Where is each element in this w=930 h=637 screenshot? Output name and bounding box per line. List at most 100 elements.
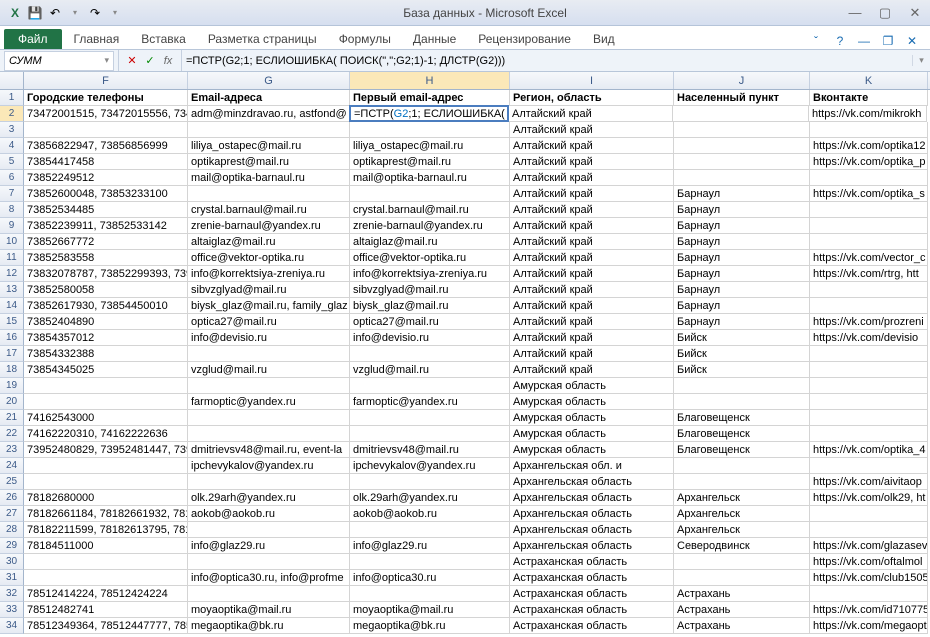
cell[interactable] <box>350 410 510 426</box>
cell[interactable]: megaoptika@bk.ru <box>188 618 350 634</box>
cell[interactable]: 74162543000 <box>24 410 188 426</box>
cell[interactable]: optikaprest@mail.ru <box>188 154 350 170</box>
cell[interactable]: info@glaz29.ru <box>350 538 510 554</box>
cell[interactable] <box>810 586 928 602</box>
cell[interactable]: Барнаул <box>674 266 810 282</box>
cell[interactable]: 73852583558 <box>24 250 188 266</box>
workbook-minimize-icon[interactable]: ― <box>856 33 872 49</box>
row-header[interactable]: 13 <box>0 282 24 298</box>
cell[interactable]: Архангельск <box>674 522 810 538</box>
cell[interactable]: https://vk.com/vector_c <box>810 250 928 266</box>
cell[interactable]: Алтайский край <box>510 314 674 330</box>
ribbon-tab[interactable]: Рецензирование <box>468 29 581 49</box>
row-header[interactable]: 29 <box>0 538 24 554</box>
cell[interactable]: Архангельская область <box>510 474 674 490</box>
cell[interactable] <box>810 298 928 314</box>
cell[interactable] <box>810 346 928 362</box>
cell[interactable]: moyaoptika@mail.ru <box>188 602 350 618</box>
cell[interactable]: crystal.barnaul@mail.ru <box>350 202 510 218</box>
cell[interactable] <box>350 554 510 570</box>
cell[interactable]: Алтайский край <box>510 362 674 378</box>
cell[interactable]: 78512414224, 78512424224 <box>24 586 188 602</box>
row-header[interactable]: 14 <box>0 298 24 314</box>
cell[interactable]: Архангельская область <box>510 522 674 538</box>
cell[interactable] <box>674 170 810 186</box>
row-header[interactable]: 19 <box>0 378 24 394</box>
row-header[interactable]: 5 <box>0 154 24 170</box>
cell[interactable]: Бийск <box>674 330 810 346</box>
cell[interactable]: Барнаул <box>674 234 810 250</box>
cell[interactable]: farmoptic@yandex.ru <box>350 394 510 410</box>
cell[interactable]: Бийск <box>674 346 810 362</box>
row-header[interactable]: 6 <box>0 170 24 186</box>
row-header[interactable]: 7 <box>0 186 24 202</box>
cell[interactable]: altaiglaz@mail.ru <box>188 234 350 250</box>
cell[interactable]: office@vektor-optika.ru <box>188 250 350 266</box>
cell[interactable] <box>24 378 188 394</box>
cell[interactable]: 73852404890 <box>24 314 188 330</box>
cell[interactable]: https://vk.com/optika_s <box>810 186 928 202</box>
cell[interactable]: 73852667772 <box>24 234 188 250</box>
cell[interactable] <box>350 586 510 602</box>
cell[interactable]: https://vk.com/club1505 <box>810 570 928 586</box>
cell[interactable]: office@vektor-optika.ru <box>350 250 510 266</box>
cell[interactable] <box>188 554 350 570</box>
cell[interactable]: zrenie-barnaul@yandex.ru <box>188 218 350 234</box>
cell[interactable]: =ПСТР(G2;1; ЕСЛИОШИБКА( ПОИСК(",";G2;1)-… <box>349 105 509 122</box>
cell[interactable]: crystal.barnaul@mail.ru <box>188 202 350 218</box>
cell[interactable]: ipchevykalov@yandex.ru <box>350 458 510 474</box>
cell[interactable] <box>188 522 350 538</box>
cell[interactable]: ipchevykalov@yandex.ru <box>188 458 350 474</box>
cell[interactable]: Алтайский край <box>510 122 674 138</box>
cell[interactable]: vzglud@mail.ru <box>188 362 350 378</box>
cell[interactable]: 73856822947, 73856856999 <box>24 138 188 154</box>
cell[interactable] <box>24 474 188 490</box>
cell[interactable]: https://vk.com/oftalmol <box>810 554 928 570</box>
cell[interactable]: Амурская область <box>510 426 674 442</box>
cell[interactable] <box>810 362 928 378</box>
column-header[interactable]: F <box>24 72 188 89</box>
cell[interactable]: Архангельская область <box>510 506 674 522</box>
cell[interactable] <box>350 426 510 442</box>
cell[interactable]: https://vk.com/olk29, ht <box>810 490 928 506</box>
cell[interactable] <box>674 458 810 474</box>
cell[interactable]: 73852617930, 73854450010 <box>24 298 188 314</box>
cell[interactable] <box>810 170 928 186</box>
cell[interactable]: Благовещенск <box>674 442 810 458</box>
row-header[interactable]: 15 <box>0 314 24 330</box>
cell[interactable]: liliya_ostapec@mail.ru <box>188 138 350 154</box>
cell[interactable] <box>810 122 928 138</box>
cell[interactable]: sibvzglyad@mail.ru <box>350 282 510 298</box>
cell[interactable]: Архангельская обл. и <box>510 458 674 474</box>
cell[interactable]: 74162220310, 74162222636 <box>24 426 188 442</box>
column-header[interactable]: H <box>350 72 510 89</box>
cell[interactable]: https://vk.com/id710775 <box>810 602 928 618</box>
cell[interactable] <box>350 346 510 362</box>
name-box-input[interactable] <box>9 55 89 67</box>
cell[interactable]: 73852239911, 73852533142 <box>24 218 188 234</box>
header-cell[interactable]: Первый email-адрес <box>350 90 510 106</box>
cell[interactable]: megaoptika@bk.ru <box>350 618 510 634</box>
column-header[interactable]: G <box>188 72 350 89</box>
header-cell[interactable]: Регион, область <box>510 90 674 106</box>
cell[interactable]: dmitrievsv48@mail.ru, event-la <box>188 442 350 458</box>
cell[interactable]: Алтайский край <box>510 218 674 234</box>
header-cell[interactable]: Email-адреса <box>188 90 350 106</box>
cell[interactable]: optica27@mail.ru <box>188 314 350 330</box>
row-header[interactable]: 17 <box>0 346 24 362</box>
cell[interactable]: sibvzglyad@mail.ru <box>188 282 350 298</box>
cell[interactable]: Астраханская область <box>510 602 674 618</box>
column-header[interactable]: J <box>674 72 810 89</box>
cell[interactable] <box>350 378 510 394</box>
cell[interactable]: 73852249512 <box>24 170 188 186</box>
cell[interactable]: https://vk.com/optika12 <box>810 138 928 154</box>
cell[interactable]: Алтайский край <box>510 282 674 298</box>
cell[interactable] <box>188 474 350 490</box>
undo-icon[interactable]: ↶ <box>46 4 64 22</box>
cell[interactable]: 73852600048, 73853233100 <box>24 186 188 202</box>
cell[interactable]: 73852534485 <box>24 202 188 218</box>
cell[interactable] <box>810 410 928 426</box>
cell[interactable]: liliya_ostapec@mail.ru <box>350 138 510 154</box>
cell[interactable]: Астраханская область <box>510 586 674 602</box>
cell[interactable] <box>674 154 810 170</box>
